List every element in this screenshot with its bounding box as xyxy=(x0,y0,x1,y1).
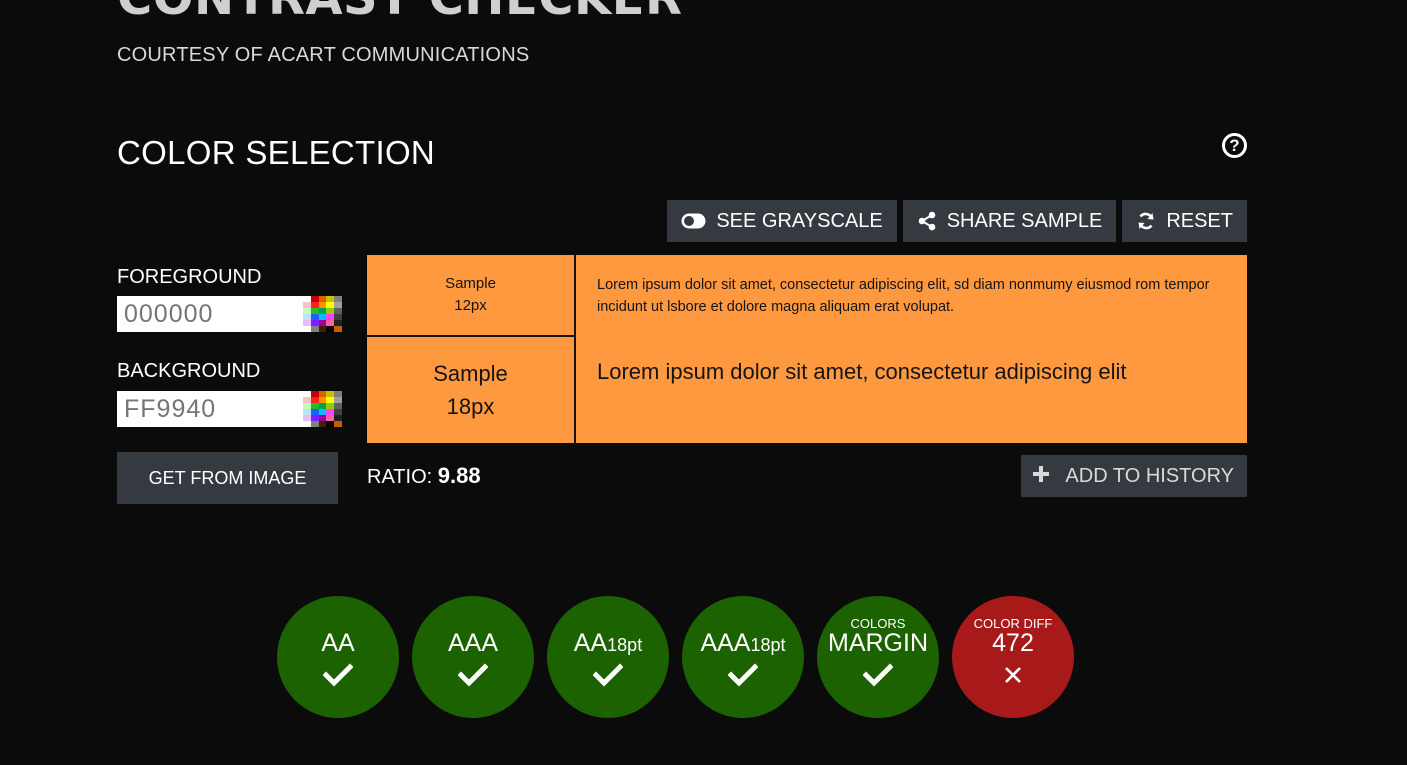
result-aaa-badge: AAA xyxy=(412,596,534,718)
badge-label: AAA xyxy=(447,629,499,657)
sample-18px-label: Sample 18px xyxy=(367,337,576,443)
checkmark-icon xyxy=(323,661,353,689)
color-palette-icon[interactable] xyxy=(303,391,342,427)
sample-label: Sample xyxy=(445,275,496,292)
question-circle-icon[interactable]: ? xyxy=(1222,133,1247,158)
color-palette-icon[interactable] xyxy=(303,296,342,332)
close-icon xyxy=(1004,661,1022,689)
reset-button[interactable]: RESET xyxy=(1122,200,1247,242)
page-subtitle: COURTESY OF ACART COMMUNICATIONS xyxy=(117,44,530,66)
foreground-label: FOREGROUND xyxy=(117,266,262,288)
checkmark-icon xyxy=(593,661,623,689)
get-from-image-button[interactable]: GET FROM IMAGE xyxy=(117,452,338,504)
share-sample-button[interactable]: SHARE SAMPLE xyxy=(902,200,1117,242)
result-aaa-18pt-badge: AAA18pt xyxy=(682,596,804,718)
foreground-field xyxy=(117,296,342,332)
see-grayscale-label: SEE GRAYSCALE xyxy=(716,209,883,232)
ratio-value: 9.88 xyxy=(437,463,481,488)
page-title: CONTRAST CHECKER xyxy=(117,0,682,26)
badge-label: AA xyxy=(573,629,608,657)
background-field xyxy=(117,391,342,427)
result-aa-badge: AA xyxy=(277,596,399,718)
badge-label: MARGIN xyxy=(828,629,928,657)
badge-label: AAA xyxy=(700,629,751,657)
checkmark-icon xyxy=(728,661,758,689)
badge-label: 472 xyxy=(992,629,1034,657)
foreground-input[interactable] xyxy=(117,296,303,332)
refresh-icon xyxy=(1136,211,1156,231)
sample-text-18px: Lorem ipsum dolor sit amet, consectetur … xyxy=(597,359,1127,384)
plus-icon xyxy=(1033,465,1050,488)
add-to-history-button[interactable]: ADD TO HISTORY xyxy=(1021,455,1247,497)
result-colors-margin-badge: COLORS MARGIN xyxy=(817,596,939,718)
sample-preview: Sample 12px Sample 18px Lorem ipsum dolo… xyxy=(367,255,1247,443)
background-input[interactable] xyxy=(117,391,303,427)
toolbar: SEE GRAYSCALE SHARE SAMPLE RESET xyxy=(667,200,1247,242)
badge-label: AA xyxy=(321,629,355,657)
add-to-history-label: ADD TO HISTORY xyxy=(1065,464,1234,487)
sample-size: 18px xyxy=(446,394,495,419)
share-sample-label: SHARE SAMPLE xyxy=(946,209,1103,232)
contrast-ratio: RATIO: 9.88 xyxy=(367,463,481,489)
results-row: AA AAA AA18pt AAA18pt COLORS MARGIN COLO… xyxy=(277,596,1074,718)
sample-size: 12px xyxy=(454,297,487,314)
result-aa-18pt-badge: AA18pt xyxy=(547,596,669,718)
sample-text-12px: Lorem ipsum dolor sit amet, consectetur … xyxy=(597,277,1210,315)
share-icon xyxy=(917,211,937,231)
sample-label: Sample xyxy=(433,361,508,386)
reset-label: RESET xyxy=(1166,209,1233,232)
sample-12px-label: Sample 12px xyxy=(367,255,576,337)
ratio-label: RATIO: xyxy=(367,466,433,488)
section-title: COLOR SELECTION xyxy=(117,134,436,171)
checkmark-icon xyxy=(863,661,893,689)
see-grayscale-button[interactable]: SEE GRAYSCALE xyxy=(667,200,897,242)
checkmark-icon xyxy=(458,661,488,689)
toggle-icon xyxy=(681,213,706,229)
result-color-diff-badge: COLOR DIFF 472 xyxy=(952,596,1074,718)
background-label: BACKGROUND xyxy=(117,360,261,382)
